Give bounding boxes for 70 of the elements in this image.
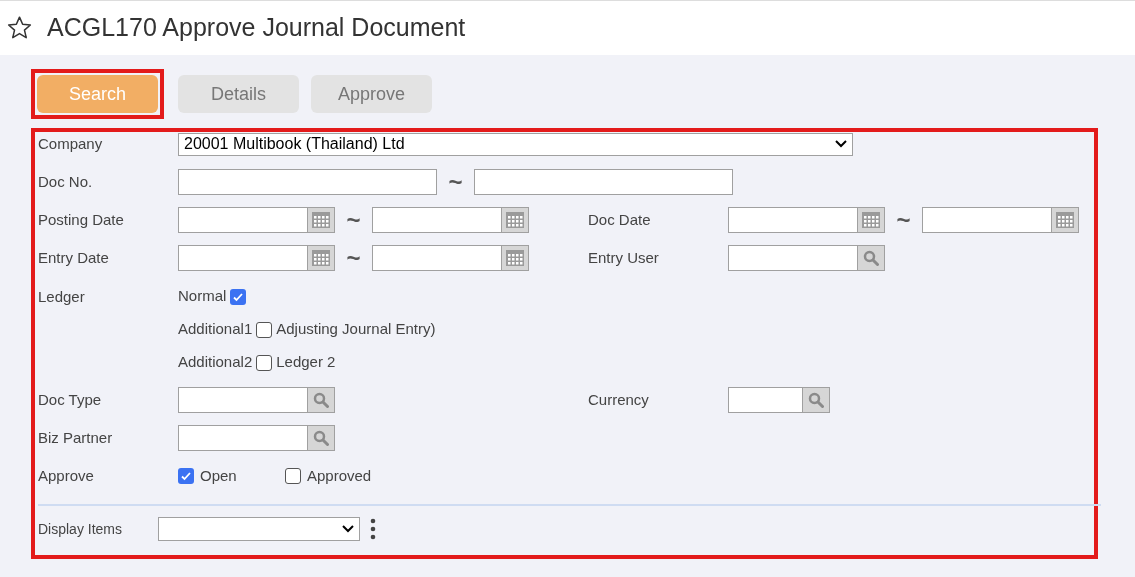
toolbar-button[interactable]: Approve [311,75,432,113]
checkbox[interactable] [256,354,273,371]
calendar-button[interactable] [857,207,885,233]
search-button[interactable] [307,425,335,451]
date-field[interactable] [372,207,501,233]
more-icon[interactable] [370,518,376,540]
checkbox[interactable] [230,288,247,305]
calendar-button[interactable] [501,245,529,271]
range-separator: ~ [447,170,464,194]
calendar-button[interactable] [501,207,529,233]
field-label: Currency [588,389,650,410]
calendar-icon [312,250,330,266]
company-select[interactable]: 20001 Multibook (Thailand) Ltd [178,132,853,156]
field-label: Approve [38,465,95,486]
search-icon [863,250,879,266]
checkbox[interactable] [285,468,301,484]
calendar-button[interactable] [307,207,335,233]
field-label: Doc Type [38,389,103,410]
field-label: Posting Date [38,209,125,230]
field-label: Company [38,133,104,154]
field-label: Ledger [38,287,86,307]
search-icon [808,392,824,408]
date-field[interactable] [372,245,501,271]
calendar-icon [506,250,524,266]
calendar-icon [1056,212,1074,228]
checkbox-label: Approved [307,465,372,486]
range-separator: ~ [345,208,362,232]
display-items-select[interactable] [158,517,360,541]
range-separator: ~ [345,246,362,270]
search-icon [313,430,329,446]
search-button[interactable] [307,387,335,413]
lookup-field[interactable] [728,387,802,413]
page-title: ACGL170 Approve Journal Document [47,12,466,44]
checkbox-label: Open [200,465,237,486]
field-label: Biz Partner [38,427,114,448]
field-label: Display Items [38,519,124,539]
lookup-field[interactable] [728,245,857,271]
toolbar-button[interactable]: Search [37,75,158,113]
search-icon [313,392,329,408]
field-label: Entry Date [38,247,110,268]
ledger-option-text: Ledger 2 [276,352,336,373]
date-field[interactable] [178,207,307,233]
field-label: Doc No. [38,171,94,192]
text-field[interactable] [178,169,437,195]
checkbox[interactable] [256,321,273,338]
chevron-down-icon [835,140,847,148]
ledger-option-label: Additional1 [178,319,253,340]
field-label: Doc Date [588,209,652,230]
calendar-button[interactable] [1051,207,1079,233]
calendar-button[interactable] [307,245,335,271]
date-field[interactable] [922,207,1051,233]
search-button[interactable] [857,245,885,271]
text-field[interactable] [474,169,733,195]
lookup-field[interactable] [178,387,307,413]
range-separator: ~ [895,208,912,232]
checkbox[interactable] [178,468,194,484]
date-field[interactable] [728,207,857,233]
ledger-option-label: Additional2 [178,352,253,373]
search-button[interactable] [802,387,830,413]
field-label: Entry User [588,247,660,268]
ledger-option-label: Normal [178,286,227,307]
toolbar-button[interactable]: Details [178,75,299,113]
date-field[interactable] [178,245,307,271]
lookup-field[interactable] [178,425,307,451]
chevron-down-icon [342,525,354,533]
star-icon[interactable] [6,15,33,41]
ledger-option-text: Adjusting Journal Entry) [276,319,436,340]
calendar-icon [312,212,330,228]
calendar-icon [862,212,880,228]
calendar-icon [506,212,524,228]
